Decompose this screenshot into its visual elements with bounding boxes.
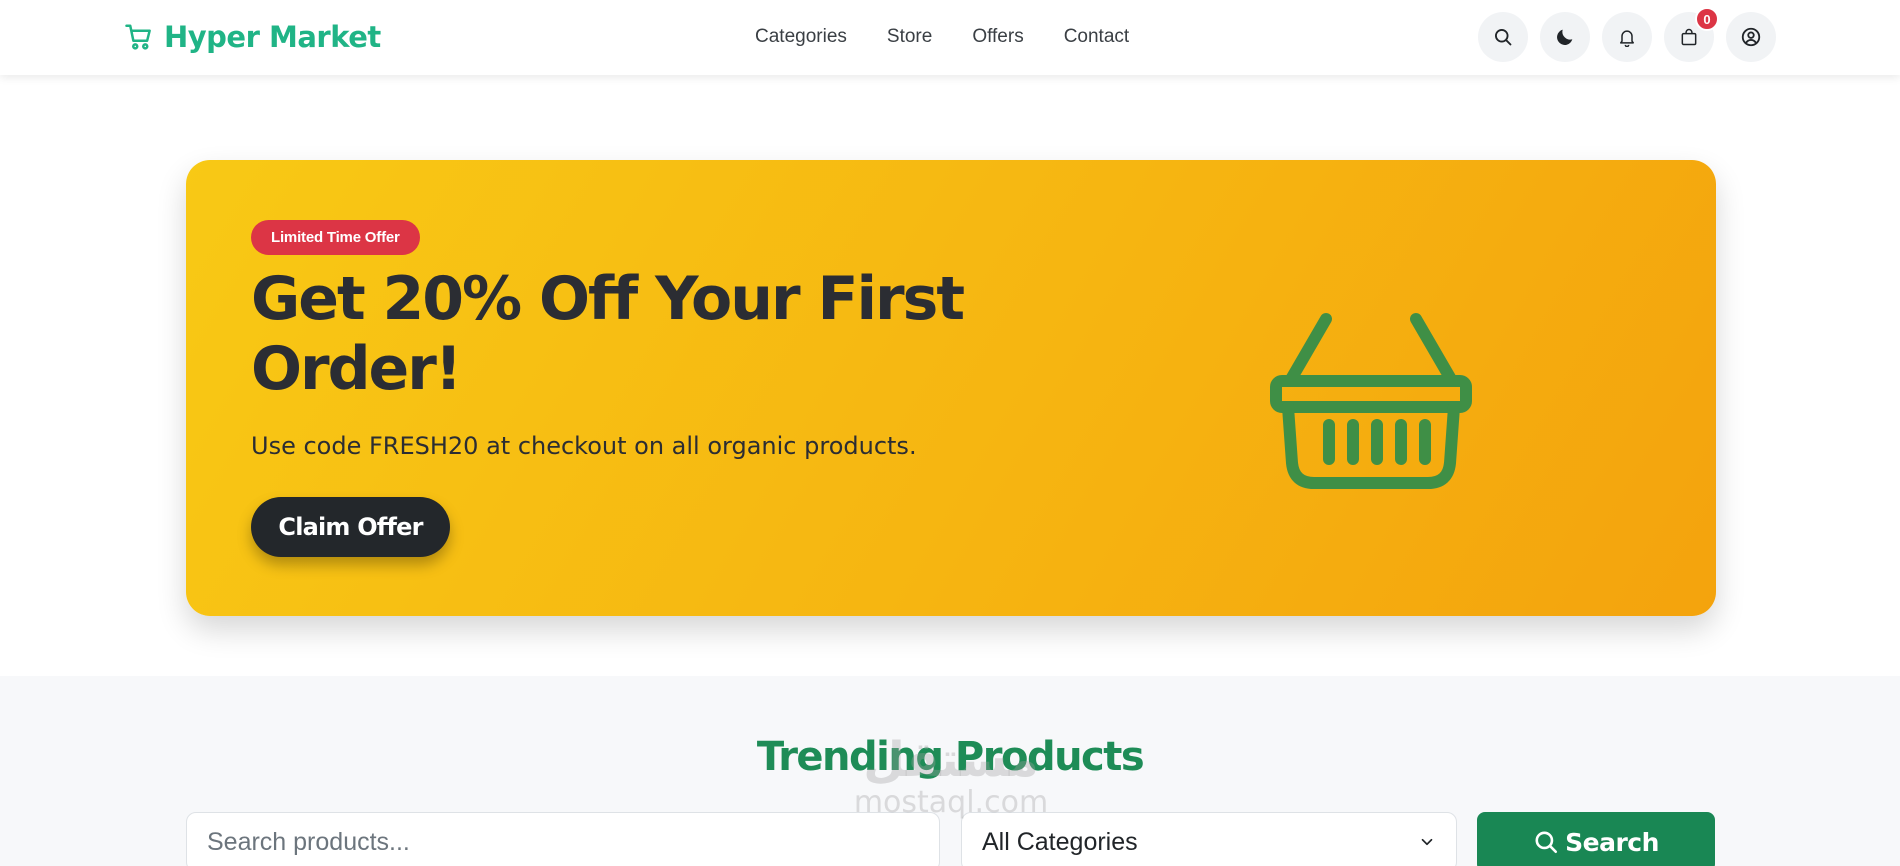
category-select-value: All Categories (982, 827, 1138, 856)
watermark: مستقل mostaql.com (836, 734, 1066, 820)
brand-logo[interactable]: Hyper Market (124, 20, 381, 54)
search-icon (1495, 29, 1512, 46)
basket-icon (1268, 295, 1474, 500)
cart-icon (124, 22, 154, 52)
cart-count-badge: 0 (1695, 7, 1719, 31)
offer-badge: Limited Time Offer (251, 220, 420, 255)
search-button[interactable] (1478, 12, 1528, 62)
cart-button[interactable]: 0 (1664, 7, 1719, 62)
promo-subtitle: Use code FRESH20 at checkout on all orga… (251, 432, 917, 460)
nav-actions: 0 (1478, 7, 1776, 62)
notifications-button[interactable] (1602, 12, 1652, 62)
product-search-button[interactable]: Search (1477, 812, 1715, 866)
promo-title: Get 20% Off Your First Order! (251, 264, 965, 404)
nav-offers[interactable]: Offers (972, 26, 1023, 48)
nav-store[interactable]: Store (887, 26, 932, 48)
product-search-input[interactable] (186, 812, 940, 866)
watermark-arabic: مستقل (863, 732, 1039, 788)
main-nav: Categories Store Offers Contact (755, 26, 1129, 48)
promo-banner: Limited Time Offer Get 20% Off Your Firs… (186, 160, 1716, 616)
category-select[interactable]: All Categories (961, 812, 1457, 866)
search-icon (1535, 831, 1558, 854)
account-button[interactable] (1726, 12, 1776, 62)
watermark-latin: mostaql.com (853, 785, 1049, 820)
moon-icon (1557, 29, 1573, 45)
nav-categories[interactable]: Categories (755, 26, 847, 48)
navbar: Hyper Market Categories Store Offers Con… (0, 0, 1900, 75)
claim-offer-button[interactable]: Claim Offer (251, 497, 450, 557)
nav-contact[interactable]: Contact (1064, 26, 1129, 48)
bell-icon (1620, 30, 1634, 47)
shopping-bag-icon (1681, 28, 1697, 46)
user-icon (1741, 27, 1761, 47)
dark-mode-toggle[interactable] (1540, 12, 1590, 62)
search-button-label: Search (1565, 827, 1659, 857)
chevron-down-icon (1421, 838, 1433, 846)
brand-name: Hyper Market (164, 20, 381, 54)
